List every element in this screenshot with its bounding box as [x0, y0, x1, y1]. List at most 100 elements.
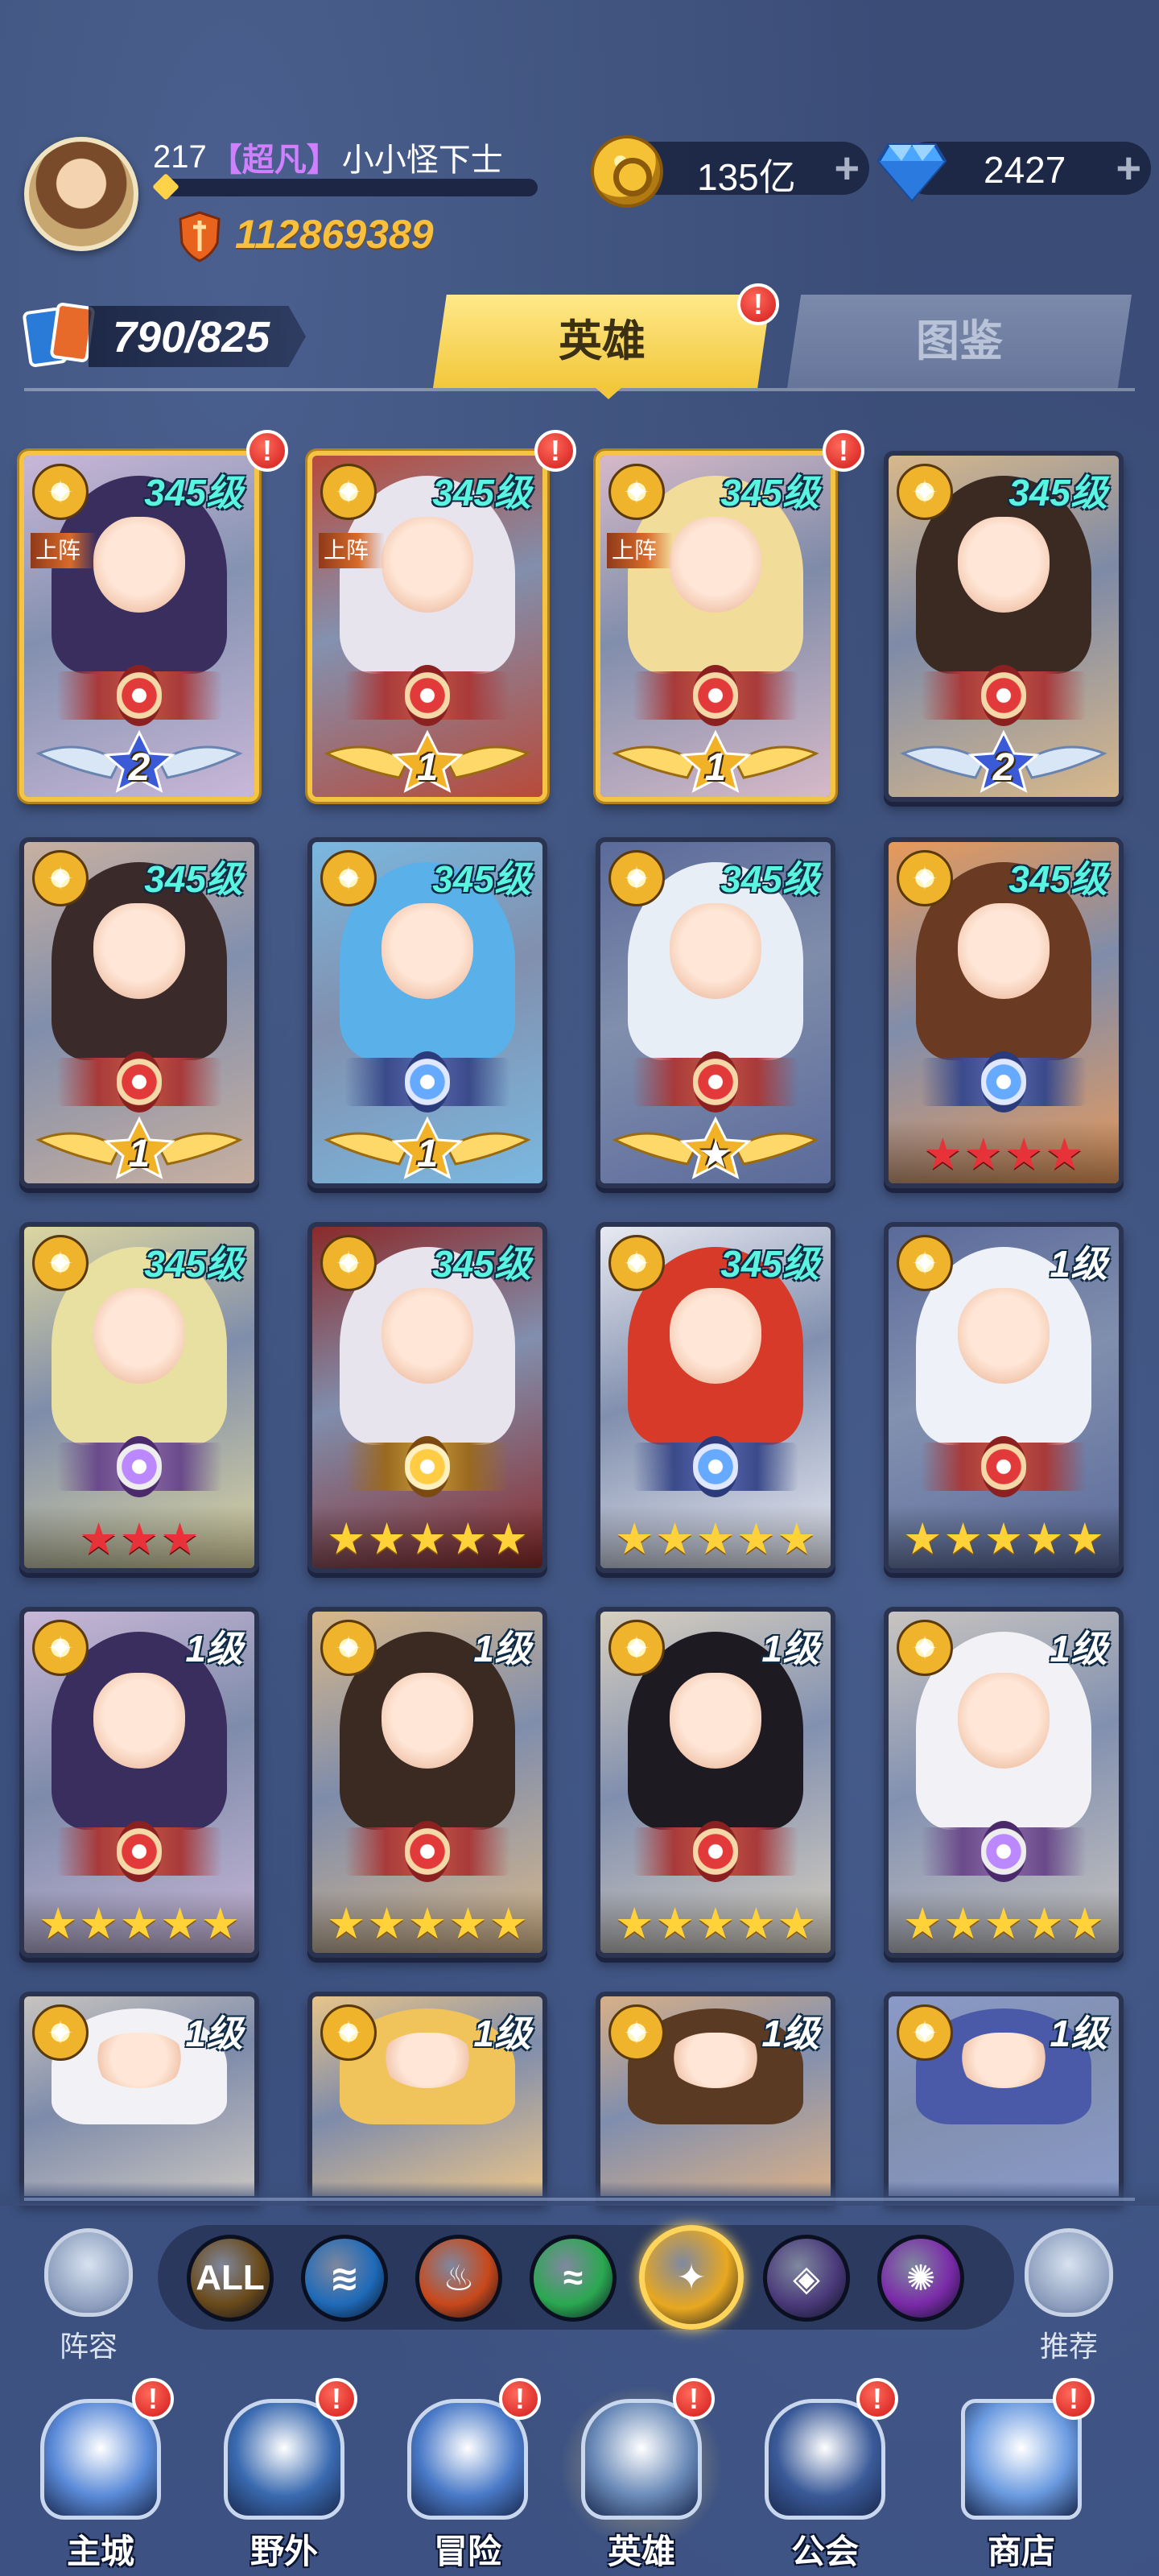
star-icon: ★	[119, 1900, 159, 1948]
faction-emblem-icon	[633, 665, 798, 726]
faction-emblem-icon	[921, 1051, 1087, 1113]
hero-level: 345级	[432, 858, 531, 900]
hero-count: 790/825	[113, 313, 270, 361]
lineup-button[interactable]: 阵容	[40, 2228, 137, 2363]
add-coins-button[interactable]: +	[834, 147, 860, 190]
hero-card[interactable]: 1级	[596, 1992, 835, 2201]
tab-indicator-arrow	[594, 386, 623, 399]
add-gems-button[interactable]: +	[1116, 147, 1141, 190]
tab-underline	[24, 388, 1135, 391]
star-icon: ★	[943, 1515, 983, 1563]
player-name: 小小怪下士	[341, 142, 503, 178]
star-icon: ★	[38, 1900, 78, 1948]
dark-icon: ◈	[793, 2258, 820, 2298]
hero-card[interactable]: 1级★★★★★	[884, 1222, 1124, 1573]
tab-gallery[interactable]: 图鉴	[787, 295, 1132, 388]
tier-number: ★	[698, 1133, 733, 1176]
light-element-icon	[32, 850, 89, 906]
hero-face	[93, 1673, 186, 1769]
tier-number: 1	[416, 1133, 439, 1175]
nav-alert-badge: !	[499, 2378, 541, 2420]
hero-card[interactable]: 345级 2	[884, 451, 1124, 802]
nav-5-button[interactable]: 公会!	[757, 2378, 898, 2576]
recommend-button[interactable]: 推荐	[1021, 2228, 1117, 2363]
hero-card[interactable]: 345级上阵 1	[307, 451, 547, 802]
light-element-icon	[32, 464, 89, 520]
arcane-icon: ✺	[905, 2258, 936, 2298]
hero-card[interactable]: 345级★★★★	[884, 837, 1124, 1188]
hero-level: 345级	[720, 472, 819, 514]
hero-card[interactable]: 1级	[307, 1992, 547, 2201]
star-icon: ★	[119, 1515, 159, 1563]
hero-level: 1级	[1050, 1243, 1107, 1285]
nav-1-button[interactable]: 主城!	[32, 2378, 174, 2576]
hero-card[interactable]: 345级★★★★★	[307, 1222, 547, 1573]
star-icon: ★	[655, 1515, 695, 1563]
on-team-tag: 上阵	[319, 533, 385, 568]
nav-label: 野外	[250, 2533, 318, 2570]
diamond-icon	[877, 143, 947, 203]
star-icon: ★	[736, 1515, 776, 1563]
star-rating: ★ ★ ★ ★ ★	[600, 1517, 831, 1562]
hero-face	[669, 903, 762, 1000]
nav-alert-badge: !	[316, 2378, 357, 2420]
light-element-icon	[320, 2004, 377, 2061]
light-element-icon	[608, 464, 665, 520]
hero-level: 345级	[144, 858, 243, 900]
light-element-icon	[32, 2004, 89, 2061]
tab-heroes[interactable]: 英雄	[433, 295, 771, 388]
hero-level: 345级	[144, 472, 243, 514]
star-icon: ★	[614, 1515, 654, 1563]
hero-card[interactable]: 345级 1	[19, 837, 259, 1188]
hero-level: 345级	[1008, 858, 1107, 900]
filter-dark-button[interactable]: ◈	[763, 2235, 850, 2322]
filter-all-button[interactable]: ALL	[187, 2235, 274, 2322]
hero-level: 1级	[761, 1628, 819, 1670]
hero-card[interactable]: 345级★★★	[19, 1222, 259, 1573]
hero-card[interactable]: 1级	[19, 1992, 259, 2201]
star-icon: ★	[943, 1900, 983, 1948]
star-icon: ★	[777, 1900, 817, 1948]
star-icon: ★	[695, 1900, 736, 1948]
hero-card[interactable]: 1级★★★★★	[884, 1607, 1124, 1958]
light-element-icon	[608, 2004, 665, 2061]
filter-wind-button[interactable]: ≈	[530, 2235, 617, 2322]
filter-water-button[interactable]: ≋	[301, 2235, 388, 2322]
nav-6-button[interactable]: 商店!	[953, 2378, 1095, 2576]
star-icon: ★	[984, 1515, 1024, 1563]
hero-face	[957, 1288, 1050, 1385]
hero-card[interactable]: 1级★★★★★	[596, 1607, 835, 1958]
on-team-tag: 上阵	[31, 533, 97, 568]
light-element-icon	[608, 850, 665, 906]
hero-card[interactable]: 1级★★★★★	[307, 1607, 547, 1958]
faction-emblem-icon	[56, 1051, 222, 1113]
player-avatar[interactable]	[24, 137, 138, 251]
gems-value: 2427	[984, 149, 1066, 191]
filter-light-button[interactable]: ✦	[639, 2225, 744, 2330]
nav-2-button[interactable]: 野外!	[216, 2378, 357, 2576]
faction-emblem-icon	[921, 665, 1087, 726]
star-icon: ★	[448, 1900, 488, 1948]
hero-alert-badge: !	[823, 430, 864, 472]
faction-emblem-icon	[344, 1436, 510, 1497]
light-element-icon	[32, 1235, 89, 1291]
fire-icon: ♨	[443, 2258, 475, 2298]
hero-card[interactable]: 345级上阵 2	[19, 451, 259, 802]
hero-card[interactable]: 345级 1	[307, 837, 547, 1188]
hero-card[interactable]: 345级上阵 1	[596, 451, 835, 802]
hero-face	[381, 517, 474, 613]
nav-alert-badge: !	[132, 2378, 174, 2420]
hero-card[interactable]: 345级 ★	[596, 837, 835, 1188]
hero-card[interactable]: 1级★★★★★	[19, 1607, 259, 1958]
coins-value: 135亿	[697, 156, 796, 198]
filter-fire-button[interactable]: ♨	[415, 2235, 502, 2322]
nav-4-button[interactable]: 英雄!	[557, 2375, 726, 2576]
nav-3-button[interactable]: 冒险!	[399, 2378, 541, 2576]
light-element-icon	[320, 464, 377, 520]
hero-card[interactable]: 1级	[884, 1992, 1124, 2201]
star-icon: ★	[1025, 1515, 1064, 1563]
filter-arcane-button[interactable]: ✺	[877, 2235, 964, 2322]
hero-face	[381, 903, 474, 1000]
hero-face	[957, 517, 1050, 613]
hero-card[interactable]: 345级★★★★★	[596, 1222, 835, 1573]
